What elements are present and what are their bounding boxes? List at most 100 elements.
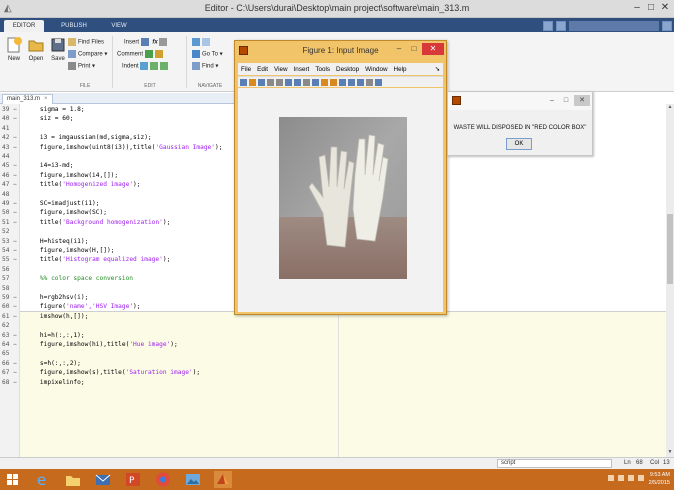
show-tools-icon[interactable] — [375, 78, 382, 86]
code-tail: ); — [215, 143, 223, 151]
dialog-close-button[interactable]: ✕ — [574, 95, 590, 106]
quick-save-icon[interactable] — [543, 21, 553, 31]
forward-arrow-icon[interactable] — [202, 38, 210, 46]
code-text: h=rgb2hsv(i); — [25, 294, 89, 301]
data-cursor-icon[interactable] — [321, 78, 328, 86]
save-button[interactable]: Save — [46, 36, 70, 62]
fx-icon[interactable]: fx — [152, 40, 157, 46]
menu-tools[interactable]: Tools — [312, 66, 333, 73]
new-button[interactable]: New — [2, 36, 26, 62]
figure-window-controls: – □ ✕ — [392, 43, 444, 55]
message-dialog[interactable]: – □ ✕ WASTE WILL DISPOSED IN "RED COLOR … — [447, 91, 593, 156]
zoom-out-icon[interactable] — [294, 78, 301, 86]
code-tail: ); — [133, 181, 141, 189]
battery-icon[interactable] — [628, 475, 634, 481]
line-number: 41 — [2, 124, 10, 132]
photos-icon[interactable] — [184, 471, 202, 488]
clock[interactable]: 9:53 AM 2/5/2015 — [649, 471, 670, 487]
windows-start-icon[interactable] — [4, 471, 22, 488]
insert-icon — [140, 38, 149, 46]
print-button[interactable]: Print ▾ — [68, 62, 95, 70]
internet-explorer-icon[interactable]: e — [34, 471, 52, 488]
rotate-icon[interactable] — [312, 78, 319, 86]
dialog-title-bar[interactable]: – □ ✕ — [448, 92, 592, 110]
tab-view[interactable]: VIEW — [104, 20, 134, 32]
open-file-icon[interactable] — [249, 78, 256, 86]
tab-main-313[interactable]: main_313.m × — [2, 94, 53, 104]
hide-tools-icon[interactable] — [366, 78, 373, 86]
figure-maximize-button[interactable]: □ — [407, 43, 421, 55]
menu-insert[interactable]: Insert — [291, 66, 313, 73]
figure-window[interactable]: Figure 1: Input Image – □ ✕ File Edit Vi… — [234, 40, 447, 315]
quick-undo-icon[interactable] — [556, 21, 566, 31]
open-button[interactable]: Open — [24, 36, 48, 62]
line-code: i4=i3-md; — [25, 161, 74, 170]
ribbon-separator — [186, 36, 187, 88]
network-icon[interactable] — [618, 475, 624, 481]
scroll-up-icon[interactable]: ▲ — [666, 104, 674, 112]
find-files-button[interactable]: Find Files — [68, 38, 104, 46]
menu-edit[interactable]: Edit — [254, 66, 271, 73]
figure-close-button[interactable]: ✕ — [422, 43, 444, 55]
code-text: figure,imshow(H,[]); — [25, 247, 115, 254]
link-plot-icon[interactable] — [339, 78, 346, 86]
dialog-maximize-button[interactable]: □ — [560, 95, 572, 106]
menu-desktop[interactable]: Desktop — [333, 66, 362, 73]
function-browser-icon[interactable] — [159, 38, 168, 46]
menu-arrow-icon[interactable]: ➘ — [432, 66, 443, 73]
tray-up-arrow-icon[interactable] — [608, 475, 614, 481]
increase-indent-icon[interactable] — [150, 62, 159, 70]
line-code: title('Background homogenization'); — [25, 218, 170, 227]
legend-icon[interactable] — [357, 78, 364, 86]
line-number: 62 — [2, 322, 10, 330]
dialog-minimize-button[interactable]: – — [546, 95, 558, 106]
matlab-taskbar-icon[interactable] — [214, 471, 232, 488]
scroll-down-icon[interactable]: ▼ — [666, 449, 674, 457]
help-icon[interactable] — [662, 21, 672, 31]
menu-view[interactable]: View — [271, 66, 291, 73]
line-code: figure('name','HSV Image'); — [25, 302, 141, 311]
decrease-indent-icon[interactable] — [160, 62, 169, 70]
zoom-in-icon[interactable] — [285, 78, 292, 86]
back-arrow-icon[interactable] — [192, 38, 200, 46]
close-tab-icon[interactable]: × — [44, 96, 48, 102]
find-button[interactable]: Find ▾ — [192, 62, 218, 70]
minimize-button[interactable]: – — [630, 1, 644, 15]
tab-publish[interactable]: PUBLISH — [54, 20, 94, 32]
menu-help[interactable]: Help — [391, 66, 410, 73]
figure-minimize-button[interactable]: – — [392, 43, 406, 55]
close-button[interactable]: ✕ — [658, 1, 672, 15]
menu-file[interactable]: File — [238, 66, 254, 73]
comment-button[interactable]: Comment — [117, 50, 165, 58]
brush-icon[interactable] — [330, 78, 337, 86]
menu-window[interactable]: Window — [362, 66, 390, 73]
chrome-icon[interactable] — [154, 471, 172, 488]
navigate-arrows[interactable] — [192, 38, 212, 46]
scrollbar-thumb[interactable] — [667, 214, 673, 284]
pan-icon[interactable] — [303, 78, 310, 86]
print-figure-icon[interactable] — [267, 78, 274, 86]
indent-button[interactable]: Indent — [122, 62, 170, 70]
file-explorer-icon[interactable] — [64, 471, 82, 488]
section-file-label: FILE — [79, 83, 91, 89]
uncomment-icon[interactable] — [154, 50, 163, 58]
colorbar-icon[interactable] — [348, 78, 355, 86]
goto-button[interactable]: Go To ▾ — [192, 50, 223, 58]
maximize-button[interactable]: □ — [644, 1, 658, 15]
powerpoint-icon[interactable]: P — [124, 471, 142, 488]
compare-button[interactable]: Compare ▾ — [68, 50, 107, 58]
figure-title-bar[interactable]: Figure 1: Input Image – □ ✕ — [235, 41, 446, 61]
insert-button[interactable]: Insert fx — [124, 38, 169, 46]
documentation-search-input[interactable] — [569, 21, 659, 31]
string-literal: 'Hue image' — [129, 341, 171, 348]
edit-plot-icon[interactable] — [276, 78, 283, 86]
mail-icon[interactable] — [94, 471, 112, 488]
volume-icon[interactable] — [638, 475, 644, 481]
vertical-scrollbar[interactable]: ▲ ▼ — [666, 104, 674, 457]
save-figure-icon[interactable] — [258, 78, 265, 86]
code-text: imshow(h,[]); — [25, 312, 89, 320]
ok-button[interactable]: OK — [506, 138, 532, 150]
tab-editor[interactable]: EDITOR — [4, 20, 44, 32]
new-figure-icon[interactable] — [240, 78, 247, 86]
code-text: impixelinfo; — [25, 378, 85, 386]
